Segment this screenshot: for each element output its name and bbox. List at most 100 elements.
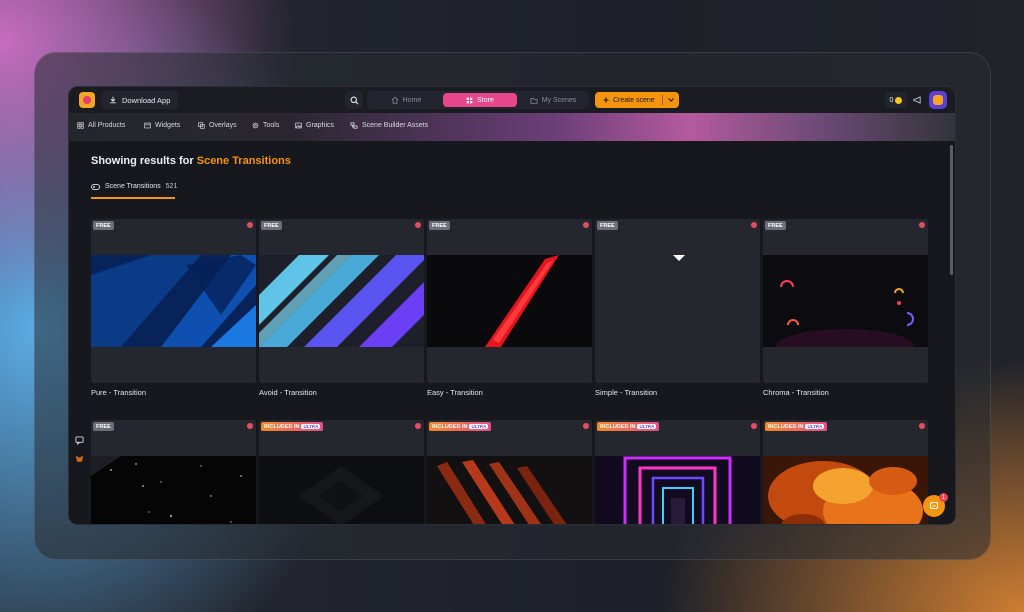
app-logo-icon[interactable]	[79, 92, 95, 108]
product-card-row2-2[interactable]: INCLUDED IN ULTRA	[259, 420, 424, 524]
category-all-products[interactable]: All Products	[77, 122, 125, 129]
category-scene-builder-assets[interactable]: Scene Builder Assets	[350, 122, 428, 129]
category-graphics[interactable]: Graphics	[295, 122, 334, 129]
filter-chip-scene-transitions[interactable]: Scene Transitions 521	[91, 183, 177, 190]
card-thumbnail[interactable]	[763, 219, 928, 383]
category-label: Graphics	[306, 122, 335, 129]
nav-home[interactable]: Home	[371, 93, 441, 107]
app-window: Download App Home Store My Scenes Create…	[68, 86, 956, 525]
user-avatar[interactable]	[929, 91, 947, 109]
add-to-collection-icon[interactable]	[919, 423, 925, 429]
chroma-transition-preview	[763, 255, 928, 347]
included-label: INCLUDED IN	[600, 423, 636, 430]
starfield-transition-preview	[91, 456, 256, 524]
category-label: Overlays	[209, 122, 237, 129]
card-title-easy-transition[interactable]: Easy - Transition	[427, 388, 483, 397]
create-scene-label: Create scene	[613, 96, 655, 104]
add-to-collection-icon[interactable]	[751, 222, 757, 228]
card-title-avoid-transition[interactable]: Avoid - Transition	[259, 388, 317, 397]
scrollbar[interactable]	[949, 145, 955, 275]
category-tools[interactable]: Tools	[252, 122, 279, 129]
add-to-collection-icon[interactable]	[247, 222, 253, 228]
add-to-collection-icon[interactable]	[751, 423, 757, 429]
card-thumbnail[interactable]	[427, 219, 592, 383]
product-card-simple-transition[interactable]: FREE	[595, 219, 760, 383]
included-in-ultra-badge: INCLUDED IN ULTRA	[597, 422, 660, 431]
layers-icon	[198, 122, 205, 129]
filter-label: Scene Transitions	[105, 183, 161, 190]
add-to-collection-icon[interactable]	[919, 222, 925, 228]
coin-count: 0	[889, 96, 894, 104]
avoid-transition-preview	[259, 255, 424, 347]
coin-icon	[895, 96, 903, 104]
nav-store[interactable]: Store	[443, 93, 517, 107]
add-to-collection-icon[interactable]	[583, 222, 589, 228]
included-in-ultra-badge: INCLUDED IN ULTRA	[765, 422, 828, 431]
category-label: All Products	[88, 122, 126, 129]
scene-builder-icon	[350, 122, 358, 129]
free-badge: FREE	[93, 221, 114, 230]
included-label: INCLUDED IN	[264, 423, 300, 430]
card-thumbnail[interactable]	[91, 219, 256, 383]
fire-explosion-preview	[763, 456, 928, 524]
card-thumbnail[interactable]	[595, 219, 760, 383]
announcements-button[interactable]	[909, 92, 925, 108]
free-badge: FREE	[261, 221, 282, 230]
chat-icon	[74, 435, 84, 445]
product-card-row2-3[interactable]: INCLUDED IN ULTRA	[427, 420, 592, 524]
coin-balance[interactable]: 0	[885, 92, 907, 108]
simple-transition-preview	[595, 255, 760, 347]
free-badge: FREE	[93, 422, 114, 431]
card-title-chroma-transition[interactable]: Chroma - Transition	[763, 388, 829, 397]
toggle-icon	[91, 183, 100, 190]
gear-icon	[252, 122, 259, 129]
message-icon	[929, 501, 939, 510]
product-card-pure-transition[interactable]: FREE	[91, 219, 256, 383]
profile-mini-button[interactable]	[73, 452, 85, 464]
category-bar: All Products Widgets Overlays Tools Grap…	[69, 113, 955, 141]
widget-icon	[144, 122, 151, 129]
add-to-collection-icon[interactable]	[415, 222, 421, 228]
results-query: Scene Transitions	[196, 155, 291, 167]
store-content: Showing results for Scene Transitions Sc…	[69, 141, 955, 524]
product-card-easy-transition[interactable]: FREE	[427, 219, 592, 383]
add-to-collection-icon[interactable]	[583, 423, 589, 429]
included-in-ultra-badge: INCLUDED IN ULTRA	[429, 422, 492, 431]
claw-fire-preview	[427, 456, 592, 524]
plus-icon	[603, 97, 609, 103]
included-in-ultra-badge: INCLUDED IN ULTRA	[261, 422, 324, 431]
product-card-avoid-transition[interactable]: FREE	[259, 219, 424, 383]
add-to-collection-icon[interactable]	[415, 423, 421, 429]
feedback-button[interactable]	[73, 434, 85, 446]
side-quick-actions	[73, 434, 87, 470]
chevron-down-icon	[668, 98, 674, 102]
category-overlays[interactable]: Overlays	[198, 122, 237, 129]
filter-count: 521	[165, 183, 178, 190]
product-card-row2-1[interactable]: FREE	[91, 420, 256, 524]
card-thumbnail[interactable]	[259, 219, 424, 383]
product-card-chroma-transition[interactable]: FREE	[763, 219, 928, 383]
card-title-simple-transition[interactable]: Simple - Transition	[595, 388, 657, 397]
home-icon	[391, 96, 399, 104]
neon-tunnel-preview	[595, 456, 760, 524]
scrollbar-thumb[interactable]	[950, 145, 953, 275]
included-label: INCLUDED IN	[768, 423, 804, 430]
grid-icon	[466, 97, 473, 103]
image-icon	[295, 122, 302, 129]
grid-icon	[77, 122, 84, 129]
category-label: Widgets	[155, 122, 181, 129]
ultra-label: ULTRA	[637, 424, 657, 429]
card-title-pure-transition[interactable]: Pure - Transition	[91, 388, 146, 397]
create-scene-button[interactable]: Create scene	[595, 92, 679, 108]
add-to-collection-icon[interactable]	[247, 423, 253, 429]
main-nav: Home Store My Scenes	[367, 91, 589, 109]
category-widgets[interactable]: Widgets	[144, 122, 180, 129]
create-scene-dropdown[interactable]	[663, 98, 679, 102]
product-card-row2-4[interactable]: INCLUDED IN ULTRA	[595, 420, 760, 524]
product-card-row2-5[interactable]: INCLUDED IN ULTRA	[763, 420, 928, 524]
dark-geometric-preview	[259, 456, 424, 524]
download-app-button[interactable]: Download App	[101, 91, 179, 109]
nav-my-scenes[interactable]: My Scenes	[519, 93, 587, 107]
search-button[interactable]	[345, 91, 363, 109]
top-bar: Download App Home Store My Scenes Create…	[69, 87, 955, 113]
